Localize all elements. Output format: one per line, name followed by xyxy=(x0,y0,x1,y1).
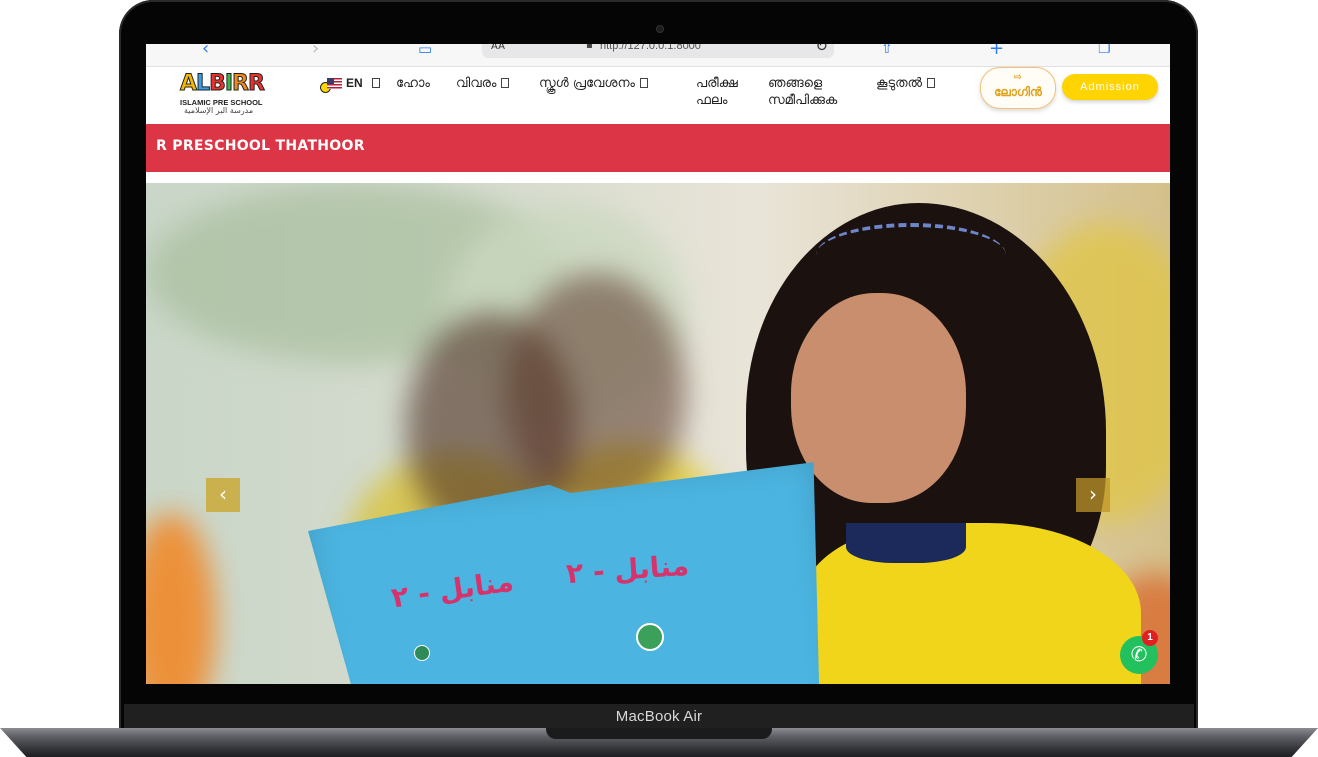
logo-wordmark: ALBIRR xyxy=(179,71,265,97)
camera-icon xyxy=(656,25,664,33)
chevron-down-icon xyxy=(927,78,936,88)
nav-admission-label: സ്കൂൾ പ്രവേശനം xyxy=(539,76,635,91)
logo-letter: A xyxy=(179,71,197,97)
browser-toolbar: ‹ › ▭ AA ▪ http://127.0.0.1:8000 ↻ ⇧ + ❐ xyxy=(146,44,1170,67)
tabs-icon[interactable]: ❐ xyxy=(1098,44,1111,57)
nav-home-label: ഹോം xyxy=(396,76,430,91)
nav-contact-line1: ഞങ്ങളെ xyxy=(768,76,823,91)
nav-admission[interactable]: സ്കൂൾ പ്രവേശനം xyxy=(539,75,648,92)
logo-letter: B xyxy=(209,71,227,97)
language-code: EN xyxy=(346,76,363,90)
reader-button[interactable]: AA xyxy=(491,44,505,52)
laptop-notch xyxy=(546,728,772,739)
device-label: MacBook Air xyxy=(615,708,703,725)
girl-face xyxy=(791,293,966,503)
whatsapp-icon: ✆ xyxy=(1130,642,1148,666)
hairband xyxy=(816,223,1006,287)
announcement-band: R PRESCHOOL THATHOOR xyxy=(146,124,1170,172)
admission-button[interactable]: Admission xyxy=(1062,74,1158,100)
nav-exam-result-line2: ഫലം xyxy=(696,93,728,108)
nav-exam-result[interactable]: പരീക്ഷ ഫലം xyxy=(696,75,738,109)
chevron-down-icon xyxy=(639,78,648,88)
sign-in-icon: ⇨ xyxy=(1013,72,1023,83)
albirr-logo[interactable]: ALBIRR ISLAMIC PRE SCHOOL مدرسة البر الإ… xyxy=(179,71,270,116)
share-icon[interactable]: ⇧ xyxy=(881,44,893,57)
us-flag-icon xyxy=(327,77,342,89)
book-icon[interactable]: ▭ xyxy=(418,44,432,58)
address-bar[interactable]: AA ▪ http://127.0.0.1:8000 ↻ xyxy=(482,44,834,58)
nav-about[interactable]: വിവരം xyxy=(456,75,510,92)
nav-home[interactable]: ഹോം xyxy=(396,75,430,92)
carousel-next-button[interactable]: › xyxy=(1076,478,1110,512)
url-text[interactable]: http://127.0.0.1:8000 xyxy=(600,44,701,52)
girl-collar xyxy=(846,523,966,563)
logo-arabic: مدرسة البر الإسلامية xyxy=(184,106,254,115)
reload-icon[interactable]: ↻ xyxy=(815,44,828,55)
carousel-prev-button[interactable]: ‹ xyxy=(206,478,240,512)
logo-letter: R xyxy=(247,71,265,97)
login-button[interactable]: ⇨ ലോഗിൻ xyxy=(980,67,1056,109)
whatsapp-badge: 1 xyxy=(1142,630,1158,646)
plus-icon[interactable]: + xyxy=(989,44,1004,59)
logo-letter: L xyxy=(196,71,211,97)
marquee-text: R PRESCHOOL THATHOOR xyxy=(156,138,365,154)
browser-screen: ‹ › ▭ AA ▪ http://127.0.0.1:8000 ↻ ⇧ + ❐… xyxy=(146,44,1170,684)
hero-carousel[interactable]: منابل - ٢ منابل - ٢ ‹ › xyxy=(146,183,1170,684)
nav-about-label: വിവരം xyxy=(456,76,497,91)
nav-contact-line2: സമീപിക്കുക xyxy=(768,93,838,108)
logo-letter: I xyxy=(224,71,233,97)
chevron-left-icon[interactable]: ‹ xyxy=(202,44,209,59)
chevron-right-icon[interactable]: › xyxy=(312,44,319,59)
background-orange-chair xyxy=(146,513,216,684)
nav-more[interactable]: കൂടുതൽ xyxy=(876,75,936,92)
login-label: ലോഗിൻ xyxy=(994,85,1042,99)
background-child-head xyxy=(506,273,686,513)
chevron-down-icon xyxy=(501,78,510,88)
lock-icon: ▪ xyxy=(586,44,593,51)
language-selector[interactable]: EN xyxy=(327,76,380,90)
site-header: ALBIRR ISLAMIC PRE SCHOOL مدرسة البر الإ… xyxy=(146,67,1170,125)
chevron-down-icon xyxy=(371,78,380,88)
book-emblem-icon xyxy=(414,645,430,661)
nav-exam-result-line1: പരീക്ഷ xyxy=(696,76,738,91)
nav-more-label: കൂടുതൽ xyxy=(876,76,923,91)
nav-contact[interactable]: ഞങ്ങളെ സമീപിക്കുക xyxy=(768,75,837,109)
logo-letter: R xyxy=(232,71,250,97)
book-emblem-icon xyxy=(636,623,664,651)
